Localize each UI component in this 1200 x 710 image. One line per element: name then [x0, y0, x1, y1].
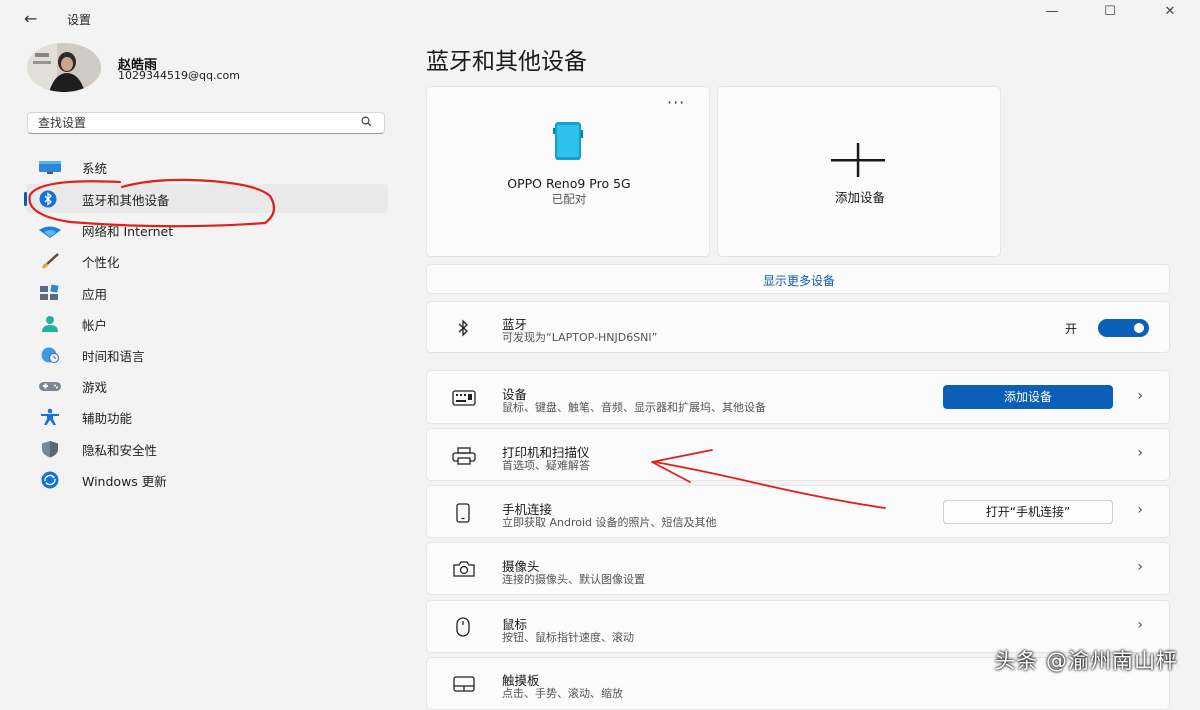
close-button[interactable]: ✕	[1160, 4, 1180, 19]
sidebar-item-time-language[interactable]: 时间和语言	[26, 340, 388, 369]
add-device-button[interactable]: 添加设备	[943, 385, 1113, 409]
sidebar-item-label: 个性化	[82, 255, 120, 270]
open-phone-link-button[interactable]: 打开“手机连接”	[943, 500, 1113, 524]
add-device-card[interactable]: 添加设备	[717, 86, 1001, 257]
maximize-button[interactable]: ☐	[1100, 4, 1120, 19]
sidebar-item-personalization[interactable]: 个性化	[26, 246, 388, 275]
show-more-devices-label: 显示更多设备	[762, 274, 835, 288]
brush-icon	[38, 252, 59, 270]
selection-indicator	[24, 192, 27, 206]
page-title: 蓝牙和其他设备	[426, 49, 587, 75]
mouse-icon	[451, 616, 475, 637]
sidebar-item-windows-update[interactable]: Windows 更新	[26, 465, 388, 494]
update-icon	[38, 471, 59, 489]
back-arrow-icon[interactable]: ←	[24, 9, 44, 28]
touchpad-icon	[451, 674, 475, 694]
avatar-photo	[27, 43, 101, 92]
chevron-right-icon: ›	[1137, 445, 1143, 461]
sidebar-item-label: 应用	[82, 287, 108, 302]
keyboard-icon	[451, 388, 476, 408]
bluetooth-toggle-label: 开	[1065, 322, 1078, 336]
sidebar-item-label: 帐户	[82, 318, 108, 333]
bluetooth-subtitle: 可发现为“LAPTOP-HNJD6SNI”	[502, 331, 658, 344]
watermark: 头条 @渝州南山枰	[994, 649, 1178, 673]
camera-icon	[451, 559, 475, 579]
phone-link-subtitle: 立即获取 Android 设备的照片、短信及其他	[502, 516, 717, 529]
printers-subtitle: 首选项、疑难解答	[502, 459, 590, 472]
phone-icon	[451, 502, 475, 523]
show-more-devices-button[interactable]: 显示更多设备	[426, 264, 1170, 294]
avatar[interactable]	[27, 43, 101, 92]
minimize-button[interactable]: —	[1042, 4, 1062, 19]
sidebar-item-gaming[interactable]: 游戏	[26, 371, 388, 400]
sidebar-item-bluetooth[interactable]: 蓝牙和其他设备	[24, 184, 388, 213]
sidebar-item-accounts[interactable]: 帐户	[26, 309, 388, 338]
sidebar-item-label: 蓝牙和其他设备	[82, 193, 170, 208]
chevron-right-icon: ›	[1137, 617, 1143, 633]
search-icon[interactable]	[361, 116, 372, 130]
shield-icon	[38, 440, 58, 458]
search-input[interactable]	[38, 115, 338, 131]
search-box[interactable]	[27, 112, 385, 134]
more-options-icon[interactable]: ···	[667, 93, 685, 112]
bluetooth-row-icon	[451, 318, 475, 338]
bluetooth-row: 蓝牙 可发现为“LAPTOP-HNJD6SNI” 开	[426, 301, 1170, 353]
paired-device-card[interactable]: ··· OPPO Reno9 Pro 5G 已配对	[426, 86, 710, 257]
plus-icon	[831, 143, 885, 181]
accessibility-icon	[38, 408, 59, 426]
chevron-right-icon: ›	[1137, 502, 1143, 518]
add-device-label: 添加设备	[834, 190, 885, 205]
sidebar-item-label: 辅助功能	[82, 411, 133, 426]
devices-row[interactable]: 设备 鼠标、键盘、触笔、音频、显示器和扩展坞、其他设备 添加设备 ›	[426, 370, 1170, 424]
sidebar-item-accessibility[interactable]: 辅助功能	[26, 402, 388, 431]
device-name: OPPO Reno9 Pro 5G	[507, 176, 631, 191]
sidebar-item-network[interactable]: 网络和 Internet	[26, 215, 388, 244]
gamepad-icon	[38, 377, 61, 395]
toggle-knob	[1134, 323, 1144, 333]
sidebar-item-label: 游戏	[82, 380, 108, 395]
user-email: 1029344519@qq.com	[118, 69, 240, 82]
chevron-right-icon: ›	[1137, 388, 1143, 404]
sidebar-item-label: 网络和 Internet	[82, 224, 174, 239]
sidebar-item-label: 系统	[82, 161, 108, 176]
camera-row[interactable]: 摄像头 连接的摄像头、默认图像设置 ›	[426, 542, 1170, 595]
mouse-subtitle: 按钮、鼠标指针速度、滚动	[502, 631, 634, 644]
sidebar-item-label: 隐私和安全性	[82, 443, 158, 458]
bluetooth-toggle[interactable]	[1098, 319, 1149, 337]
wifi-icon	[38, 221, 61, 239]
printer-icon	[451, 446, 476, 466]
apps-icon	[38, 284, 59, 302]
printers-scanners-row[interactable]: 打印机和扫描仪 首选项、疑难解答 ›	[426, 428, 1170, 481]
device-status: 已配对	[551, 192, 587, 206]
monitor-icon	[38, 158, 61, 176]
sidebar-item-label: Windows 更新	[82, 474, 167, 489]
phone-link-row[interactable]: 手机连接 立即获取 Android 设备的照片、短信及其他 打开“手机连接” ›	[426, 485, 1170, 538]
person-icon	[38, 315, 58, 333]
sidebar-item-privacy[interactable]: 隐私和安全性	[26, 434, 388, 463]
app-title: 设置	[67, 13, 92, 27]
globe-clock-icon	[38, 346, 59, 364]
devices-subtitle: 鼠标、键盘、触笔、音频、显示器和扩展坞、其他设备	[502, 401, 766, 414]
phone-device-icon	[549, 120, 587, 166]
chevron-right-icon: ›	[1137, 559, 1143, 575]
bluetooth-icon	[38, 190, 58, 208]
sidebar-item-label: 时间和语言	[82, 349, 145, 364]
touchpad-subtitle: 点击、手势、滚动、缩放	[502, 687, 623, 700]
camera-subtitle: 连接的摄像头、默认图像设置	[502, 573, 645, 586]
sidebar-item-apps[interactable]: 应用	[26, 278, 388, 307]
sidebar-item-system[interactable]: 系统	[26, 152, 388, 181]
